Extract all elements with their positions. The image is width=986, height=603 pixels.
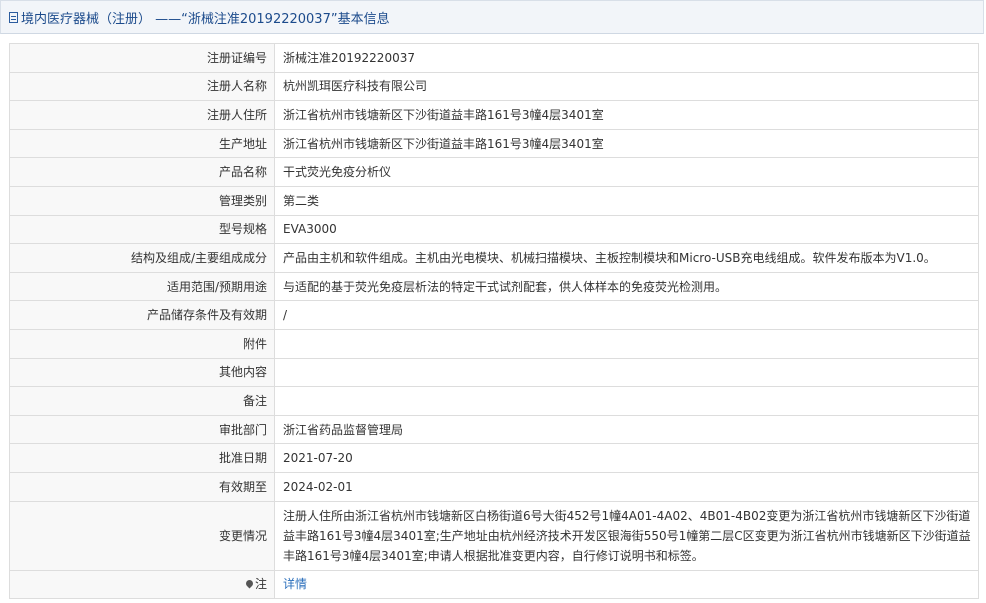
note-label-cell: 注 (9, 569, 275, 600)
note-value-cell: 详情 (274, 569, 979, 600)
table-row: 结构及组成/主要组成成分 产品由主机和软件组成。主机由光电模块、机械扫描模块、主… (9, 243, 979, 273)
row-label: 注册人名称 (9, 71, 275, 102)
document-icon (9, 11, 18, 23)
row-label: 结构及组成/主要组成成分 (9, 243, 275, 273)
details-link[interactable]: 详情 (283, 577, 307, 591)
row-value: 浙江省药品监督管理局 (274, 414, 979, 445)
row-label: 备注 (9, 386, 275, 416)
pin-icon (244, 578, 255, 589)
table-row: 型号规格 EVA3000 (9, 214, 979, 245)
row-value: 浙江省杭州市钱塘新区下沙街道益丰路161号3幢4层3401室 (274, 128, 979, 159)
page-title: 境内医疗器械（注册） ——“浙械注准20192220037”基本信息 (21, 11, 390, 27)
row-value: 浙江省杭州市钱塘新区下沙街道益丰路161号3幢4层3401室 (274, 100, 979, 130)
row-label: 管理类别 (9, 185, 275, 216)
row-value: 干式荧光免疫分析仪 (274, 157, 979, 187)
row-label: 产品名称 (9, 157, 275, 187)
row-label: 附件 (9, 328, 275, 359)
table-row: 注册人名称 杭州凯珥医疗科技有限公司 (9, 71, 979, 102)
table-row: 变更情况 注册人住所由浙江省杭州市钱塘新区白杨街道6号大街452号1幢4A01-… (9, 500, 979, 571)
row-value: 浙械注准20192220037 (274, 43, 979, 73)
row-value: 与适配的基于荧光免疫层析法的特定干式试剂配套，供人体样本的免疫荧光检测用。 (274, 271, 979, 302)
table-row-note: 注 详情 (9, 569, 979, 600)
row-label: 变更情况 (9, 500, 275, 571)
table-row: 注册证编号 浙械注准20192220037 (9, 43, 979, 73)
table-row: 产品储存条件及有效期 / (9, 300, 979, 330)
row-label: 适用范围/预期用途 (9, 271, 275, 302)
table-row: 备注 (9, 386, 979, 416)
note-label: 注 (254, 577, 267, 592)
row-label: 其他内容 (9, 357, 275, 388)
row-value: 2021-07-20 (274, 443, 979, 473)
row-label: 型号规格 (9, 214, 275, 245)
table-row: 附件 (9, 328, 979, 359)
row-value (274, 386, 979, 416)
table-row: 其他内容 (9, 357, 979, 388)
row-label: 产品储存条件及有效期 (9, 300, 275, 330)
table-row: 批准日期 2021-07-20 (9, 443, 979, 473)
table-row: 审批部门 浙江省药品监督管理局 (9, 414, 979, 445)
row-value: 产品由主机和软件组成。主机由光电模块、机械扫描模块、主板控制模块和Micro-U… (274, 243, 979, 273)
row-label: 有效期至 (9, 471, 275, 502)
table-row: 产品名称 干式荧光免疫分析仪 (9, 157, 979, 187)
info-table: 注册证编号 浙械注准20192220037 注册人名称 杭州凯珥医疗科技有限公司… (9, 43, 979, 600)
info-table-wrapper: 注册证编号 浙械注准20192220037 注册人名称 杭州凯珥医疗科技有限公司… (9, 43, 979, 600)
row-value: / (274, 300, 979, 330)
row-label: 批准日期 (9, 443, 275, 473)
page-header: 境内医疗器械（注册） ——“浙械注准20192220037”基本信息 (0, 0, 984, 34)
row-value: 2024-02-01 (274, 471, 979, 502)
row-value: 杭州凯珥医疗科技有限公司 (274, 71, 979, 102)
table-row: 注册人住所 浙江省杭州市钱塘新区下沙街道益丰路161号3幢4层3401室 (9, 100, 979, 130)
row-label: 注册人住所 (9, 100, 275, 130)
table-row: 有效期至 2024-02-01 (9, 471, 979, 502)
table-row: 适用范围/预期用途 与适配的基于荧光免疫层析法的特定干式试剂配套，供人体样本的免… (9, 271, 979, 302)
row-value: 注册人住所由浙江省杭州市钱塘新区白杨街道6号大街452号1幢4A01-4A02、… (274, 500, 979, 571)
row-value (274, 328, 979, 359)
row-value: EVA3000 (274, 214, 979, 245)
row-label: 审批部门 (9, 414, 275, 445)
table-row: 管理类别 第二类 (9, 185, 979, 216)
row-value: 第二类 (274, 185, 979, 216)
row-value (274, 357, 979, 388)
row-label: 注册证编号 (9, 43, 275, 73)
table-row: 生产地址 浙江省杭州市钱塘新区下沙街道益丰路161号3幢4层3401室 (9, 128, 979, 159)
row-label: 生产地址 (9, 128, 275, 159)
